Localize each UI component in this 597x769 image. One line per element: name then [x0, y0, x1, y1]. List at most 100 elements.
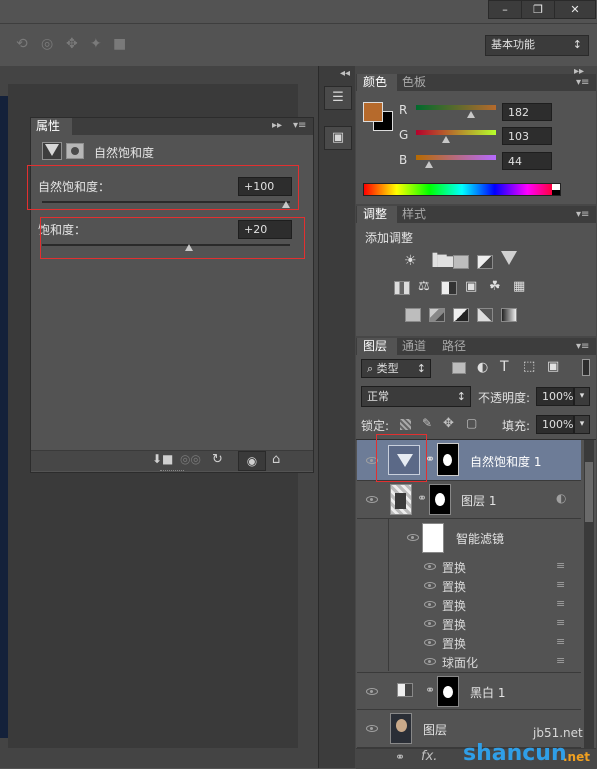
tab-styles[interactable]: 样式: [402, 206, 426, 223]
3d-panel-icon[interactable]: ▣: [324, 126, 352, 150]
black-white-icon[interactable]: [441, 281, 457, 295]
filter-smart-object-icon[interactable]: ▣: [547, 359, 559, 374]
mask-icon[interactable]: [66, 143, 84, 159]
tab-properties[interactable]: 属性: [31, 118, 72, 135]
clip-to-layer-icon[interactable]: ⬇■: [152, 452, 173, 466]
trash-icon[interactable]: ⌂: [272, 452, 280, 467]
scale-3d-icon[interactable]: ■: [113, 36, 126, 52]
gradient-map-icon[interactable]: [501, 308, 517, 322]
filter-toggle[interactable]: [582, 359, 590, 376]
drag-3d-icon[interactable]: ✥: [66, 36, 78, 52]
lock-transparent-icon[interactable]: [400, 419, 411, 430]
filter-visibility-eye-icon[interactable]: [424, 563, 436, 570]
posterize-icon[interactable]: [429, 308, 445, 322]
channel-g-field[interactable]: 103: [502, 127, 552, 145]
opacity-field[interactable]: 100%: [536, 387, 574, 406]
filter-options-icon[interactable]: ≡: [556, 654, 565, 667]
reset-icon[interactable]: ↻: [212, 452, 223, 467]
blend-mode-select[interactable]: 正常 ↕: [361, 386, 471, 407]
filter-visibility-eye-icon[interactable]: [424, 601, 436, 608]
tab-color[interactable]: 颜色: [357, 74, 397, 91]
layer-row-black-white[interactable]: ⚭ 黑白 1: [357, 672, 581, 710]
opacity-dropdown-button[interactable]: ▾: [574, 387, 590, 406]
channel-r-field[interactable]: 182: [502, 103, 552, 121]
layers-panel-menu-icon[interactable]: ▾≡: [576, 341, 589, 352]
view-previous-icon[interactable]: ◎◎: [180, 452, 201, 466]
foreground-color-swatch[interactable]: [363, 102, 383, 122]
adjustments-panel-menu-icon[interactable]: ▾≡: [576, 209, 589, 220]
fill-dropdown-button[interactable]: ▾: [574, 415, 590, 434]
channel-mixer-icon[interactable]: ☘: [489, 279, 501, 294]
vibrance-icon[interactable]: [501, 251, 517, 265]
channel-b-thumb[interactable]: [425, 161, 433, 168]
filter-type-icon[interactable]: T: [500, 359, 509, 375]
channel-r-thumb[interactable]: [467, 111, 475, 118]
filter-row[interactable]: 置换 ≡: [388, 576, 584, 595]
lock-pixels-icon[interactable]: ✎: [422, 416, 432, 430]
layers-scrollbar-thumb[interactable]: [585, 462, 593, 522]
filter-visibility-eye-icon[interactable]: [424, 620, 436, 627]
levels-icon[interactable]: ▐▇▆: [428, 253, 456, 267]
filter-options-icon[interactable]: ≡: [556, 635, 565, 648]
filter-visibility-eye-icon[interactable]: [424, 582, 436, 589]
filter-row[interactable]: 置换 ≡: [388, 595, 584, 614]
exposure-icon[interactable]: [477, 255, 493, 269]
filter-row[interactable]: 球面化 ≡: [388, 652, 584, 671]
lock-all-icon[interactable]: ▢: [466, 416, 477, 430]
curves-icon[interactable]: [453, 255, 469, 269]
photo-filter-icon[interactable]: ▣: [465, 279, 477, 294]
channel-b-slider[interactable]: [416, 155, 496, 160]
tab-adjustments[interactable]: 调整: [357, 206, 397, 223]
filter-options-icon[interactable]: ≡: [556, 578, 565, 591]
invert-icon[interactable]: [405, 308, 421, 322]
filter-options-icon[interactable]: ≡: [556, 559, 565, 572]
workspace-select[interactable]: 基本功能 ↕: [485, 35, 589, 56]
channel-g-thumb[interactable]: [442, 136, 450, 143]
layer-visibility-eye-icon[interactable]: [366, 688, 378, 695]
filter-pixel-icon[interactable]: [452, 362, 466, 374]
filter-row[interactable]: 置换 ≡: [388, 614, 584, 633]
hue-saturation-icon[interactable]: [394, 281, 410, 295]
brightness-icon[interactable]: ☀: [404, 253, 417, 269]
channel-r-slider[interactable]: [416, 105, 496, 110]
panel-menu-icon[interactable]: ▾≡: [293, 120, 306, 131]
filter-adjustment-icon[interactable]: ◐: [477, 360, 488, 375]
history-icon[interactable]: ☰: [324, 86, 352, 110]
roll-3d-icon[interactable]: ◎: [41, 36, 53, 52]
layer-link-icon[interactable]: ⚭: [425, 683, 435, 697]
color-lookup-icon[interactable]: ▦: [513, 279, 525, 294]
tab-paths[interactable]: 路径: [442, 338, 466, 355]
smart-filters-row[interactable]: 智能滤镜: [388, 519, 584, 556]
layer-row-layer-1[interactable]: ⚭ 图层 1 ◐: [357, 481, 581, 519]
filter-row[interactable]: 置换 ≡: [388, 633, 584, 652]
link-layers-icon[interactable]: ⚭: [395, 750, 405, 764]
layer-link-icon[interactable]: ⚭: [417, 491, 427, 505]
filter-options-icon[interactable]: ≡: [556, 616, 565, 629]
threshold-icon[interactable]: [453, 308, 469, 322]
close-button[interactable]: ✕: [554, 0, 596, 19]
collapse-panel-icon[interactable]: ▸▸: [272, 120, 282, 131]
filter-row[interactable]: 置换 ≡: [388, 557, 584, 576]
filter-options-icon[interactable]: ≡: [556, 597, 565, 610]
channel-g-slider[interactable]: [416, 130, 496, 135]
tab-channels[interactable]: 通道: [402, 338, 426, 355]
filter-visibility-eye-icon[interactable]: [424, 639, 436, 646]
restore-button[interactable]: ❐: [521, 0, 555, 19]
selective-color-icon[interactable]: [477, 308, 493, 322]
layer-visibility-eye-icon[interactable]: [366, 496, 378, 503]
fill-field[interactable]: 100%: [536, 415, 574, 434]
layers-scrollbar[interactable]: [584, 440, 594, 748]
color-panel-menu-icon[interactable]: ▾≡: [576, 77, 589, 88]
channel-b-field[interactable]: 44: [502, 152, 552, 170]
slide-3d-icon[interactable]: ✦: [90, 36, 102, 52]
layer-filter-kind-select[interactable]: ⌕ 类型 ↕: [361, 359, 431, 378]
filter-visibility-eye-icon[interactable]: [424, 658, 436, 665]
rotate-3d-icon[interactable]: ⟲: [16, 36, 28, 52]
minimize-button[interactable]: –: [488, 0, 522, 19]
lock-position-icon[interactable]: ✥: [443, 416, 454, 431]
tab-layers[interactable]: 图层: [357, 338, 397, 355]
filter-shape-icon[interactable]: ⬚: [523, 359, 535, 374]
color-balance-icon[interactable]: ⚖: [418, 279, 430, 294]
layer-visibility-eye-icon[interactable]: [366, 725, 378, 732]
layer-style-fx-icon[interactable]: fx.: [421, 749, 437, 764]
